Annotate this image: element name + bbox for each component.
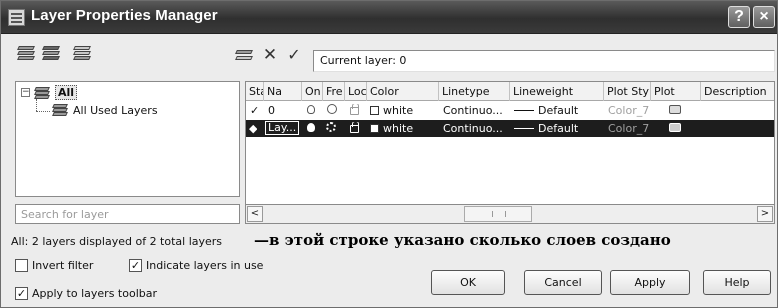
- layer-lineweight[interactable]: Default: [514, 104, 578, 117]
- invert-filter-checkbox[interactable]: Invert filter: [15, 259, 93, 272]
- layer-properties-manager-window: Layer Properties Manager ? × ✕ ✓ Current…: [0, 0, 778, 308]
- layer-color[interactable]: white: [370, 104, 413, 117]
- lock-icon[interactable]: [350, 122, 359, 135]
- color-swatch-icon: [370, 106, 379, 115]
- apply-button[interactable]: Apply: [610, 270, 690, 295]
- help-title-button[interactable]: ?: [728, 6, 750, 28]
- layer-filter-icon: [34, 86, 52, 100]
- tree-connector-branch: [36, 111, 50, 112]
- layer-list[interactable]: Sta Na On Fre Loc Color Linetype Linewei…: [245, 81, 775, 224]
- layer-row-selected[interactable]: ◆ Lay... white Continuo... Default Color…: [246, 120, 774, 137]
- layer-lineweight[interactable]: Default: [514, 122, 578, 135]
- collapse-icon[interactable]: −: [21, 88, 30, 97]
- column-lock[interactable]: Loc: [345, 82, 367, 101]
- search-input[interactable]: Search for layer: [15, 204, 240, 224]
- annotation-text: —в этой строке указано сколько слоев соз…: [254, 231, 671, 249]
- layer-color-name: white: [383, 122, 414, 135]
- invert-filter-label: Invert filter: [32, 259, 94, 272]
- indicate-layers-in-use-box[interactable]: ✓: [129, 259, 142, 272]
- tree-connector: [36, 99, 37, 111]
- filter-tree[interactable]: − All All Used Layers: [15, 81, 240, 197]
- new-layer-icon[interactable]: [233, 45, 255, 65]
- scroll-left-icon[interactable]: <: [247, 206, 263, 222]
- apply-to-layers-toolbar-box[interactable]: ✓: [15, 287, 28, 300]
- invert-filter-box[interactable]: [15, 259, 28, 272]
- delete-layer-icon[interactable]: ✕: [259, 45, 281, 65]
- ok-button[interactable]: OK: [431, 270, 505, 295]
- layer-name[interactable]: Lay...: [265, 121, 300, 135]
- set-current-icon[interactable]: ✓: [283, 45, 305, 65]
- freeze-sun-icon[interactable]: [327, 104, 337, 117]
- indicate-layers-in-use-label: Indicate layers in use: [146, 259, 264, 272]
- layer-filter-icon: [52, 103, 70, 117]
- layer-lineweight-value: Default: [538, 122, 579, 135]
- app-icon: [8, 9, 25, 26]
- help-button[interactable]: Help: [703, 270, 771, 295]
- column-header-row: Sta Na On Fre Loc Color Linetype Linewei…: [246, 82, 774, 101]
- on-lightbulb-icon[interactable]: [307, 122, 315, 135]
- apply-to-layers-toolbar-label: Apply to layers toolbar: [32, 287, 157, 300]
- layer-plot-style: Color_7: [608, 122, 650, 135]
- tree-node-all-used-layers[interactable]: All Used Layers: [52, 103, 158, 117]
- layer-states-manager-icon[interactable]: [71, 43, 93, 63]
- window-title: Layer Properties Manager: [31, 7, 218, 24]
- column-name[interactable]: Na: [264, 82, 302, 101]
- indicate-layers-in-use-checkbox[interactable]: ✓ Indicate layers in use: [129, 259, 263, 272]
- lineweight-line-icon: [514, 128, 534, 129]
- tree-used-label: All Used Layers: [73, 103, 158, 117]
- lineweight-line-icon: [514, 110, 534, 111]
- tree-node-all[interactable]: − All: [21, 85, 78, 100]
- color-swatch-icon: [370, 124, 379, 133]
- close-button[interactable]: ×: [753, 6, 775, 28]
- layer-status-icon: ◆: [249, 122, 258, 135]
- tree-all-label: All: [55, 85, 78, 100]
- column-status[interactable]: Sta: [246, 82, 264, 101]
- column-freeze[interactable]: Fre: [323, 82, 345, 101]
- column-on[interactable]: On: [302, 82, 323, 101]
- layer-color[interactable]: white: [370, 122, 413, 135]
- horizontal-scrollbar[interactable]: < >: [245, 204, 775, 224]
- search-placeholder: Search for layer: [21, 208, 109, 221]
- status-bar: All: 2 layers displayed of 2 total layer…: [5, 230, 775, 254]
- current-layer-label: Current layer: 0: [320, 54, 407, 67]
- column-color[interactable]: Color: [367, 82, 439, 101]
- column-description[interactable]: Description: [701, 82, 774, 101]
- layer-linetype[interactable]: Continuo...: [443, 104, 509, 117]
- on-lightbulb-icon[interactable]: [307, 104, 315, 117]
- layer-lineweight-value: Default: [538, 104, 579, 117]
- title-bar[interactable]: Layer Properties Manager ? ×: [1, 1, 777, 34]
- column-linetype[interactable]: Linetype: [439, 82, 510, 101]
- column-plot[interactable]: Plot: [651, 82, 701, 101]
- current-layer-status: ✓: [250, 104, 260, 117]
- plot-printer-icon[interactable]: [669, 104, 681, 117]
- lock-icon[interactable]: [350, 104, 359, 117]
- freeze-sun-icon[interactable]: [326, 122, 336, 135]
- column-plot-style[interactable]: Plot Style: [604, 82, 651, 101]
- layer-count-status: All: 2 layers displayed of 2 total layer…: [11, 235, 223, 248]
- layer-name[interactable]: 0: [268, 104, 275, 117]
- layer-name-edit[interactable]: Lay...: [265, 121, 300, 135]
- new-property-filter-icon[interactable]: [15, 43, 37, 63]
- new-group-filter-icon[interactable]: [40, 43, 62, 63]
- layer-row[interactable]: ✓ 0 white Continuo... Default Color_7: [246, 102, 774, 119]
- plot-printer-icon[interactable]: [669, 122, 681, 135]
- scroll-thumb[interactable]: [464, 206, 532, 222]
- layer-plot-style: Color_7: [608, 104, 650, 117]
- scroll-right-icon[interactable]: >: [757, 206, 773, 222]
- cancel-button[interactable]: Cancel: [524, 270, 602, 295]
- layer-color-name: white: [383, 104, 414, 117]
- apply-to-layers-toolbar-checkbox[interactable]: ✓ Apply to layers toolbar: [15, 287, 157, 300]
- current-layer-field: Current layer: 0: [313, 50, 775, 72]
- layer-linetype[interactable]: Continuo...: [443, 122, 509, 135]
- column-lineweight[interactable]: Lineweight: [510, 82, 604, 101]
